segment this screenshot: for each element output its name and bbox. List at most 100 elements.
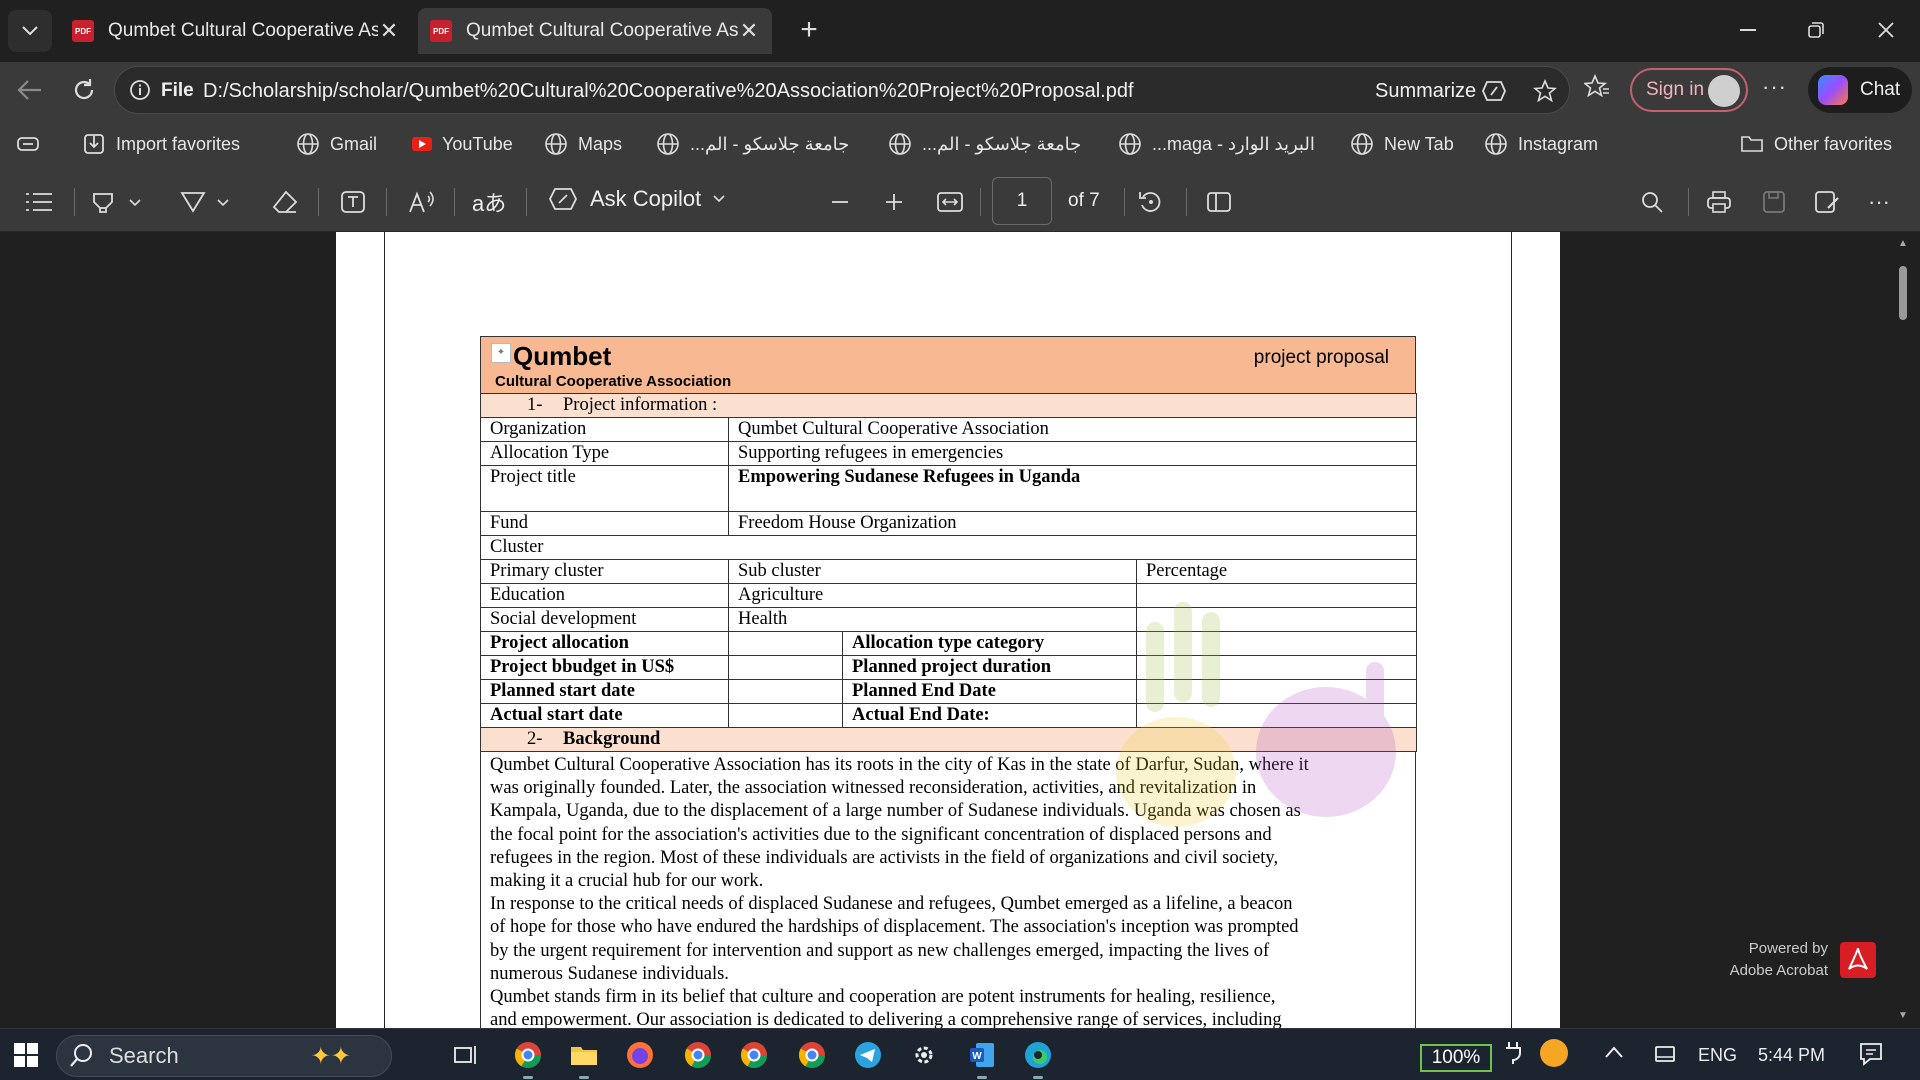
- battery-indicator[interactable]: 100%: [1420, 1044, 1492, 1072]
- firefox-icon[interactable]: [622, 1037, 658, 1073]
- site-info-icon[interactable]: [129, 79, 151, 101]
- chrome-profile-icon[interactable]: [794, 1037, 830, 1073]
- chrome-icon[interactable]: [510, 1037, 546, 1079]
- field-label: Project allocation: [480, 631, 729, 656]
- tab-inactive[interactable]: PDF Qumbet Cultural Cooperative Associat…: [60, 8, 412, 54]
- tab-actions-menu-button[interactable]: [8, 10, 52, 52]
- back-button[interactable]: [10, 70, 50, 110]
- text-line: and empowerment. Our association is dedi…: [490, 1010, 1282, 1028]
- back-arrow-icon: [17, 80, 41, 100]
- bookmark-label: جامعة جلاسكو - الم...: [922, 133, 1082, 154]
- page-view-button[interactable]: [1206, 186, 1232, 218]
- bookmark-import-favorites[interactable]: Import favorites: [82, 130, 240, 158]
- notifications-icon[interactable]: [1858, 1041, 1884, 1067]
- save-as-button[interactable]: [1814, 186, 1840, 218]
- zoom-out-button[interactable]: [830, 186, 850, 218]
- url-text[interactable]: D:/Scholarship/scholar/Qumbet%20Cultural…: [203, 80, 1134, 103]
- globe-icon: [889, 133, 911, 155]
- chrome-profile-icon[interactable]: [680, 1037, 716, 1073]
- refresh-button[interactable]: [64, 70, 104, 110]
- text-line: numerous Sudanese individuals.: [490, 963, 729, 984]
- scroll-up-arrow-icon[interactable]: ▲: [1898, 238, 1908, 249]
- field-label: Fund: [480, 511, 729, 536]
- display-icon[interactable]: [1654, 1045, 1676, 1065]
- highlight-button[interactable]: [92, 186, 142, 218]
- taskbar-search-box[interactable]: Search ✦✦: [56, 1035, 392, 1077]
- minimize-button[interactable]: [1718, 10, 1778, 50]
- read-aloud-button[interactable]: [408, 186, 436, 218]
- minimize-icon: [1740, 29, 1756, 31]
- task-view-icon[interactable]: [448, 1037, 484, 1073]
- close-window-button[interactable]: [1856, 10, 1916, 50]
- tab-search-icon[interactable]: [16, 130, 40, 158]
- edge-icon[interactable]: [1020, 1037, 1056, 1079]
- more-options-button[interactable]: ···: [1868, 186, 1890, 218]
- windows-start-icon[interactable]: [14, 1043, 38, 1067]
- bookmark-maps[interactable]: Maps: [544, 130, 622, 158]
- section-number: 2-: [527, 729, 543, 749]
- power-plug-icon[interactable]: [1504, 1041, 1522, 1065]
- favorites-icon[interactable]: [1584, 74, 1610, 98]
- bookmark-instagram[interactable]: Instagram: [1484, 130, 1598, 158]
- chevron-down-icon: [22, 26, 38, 36]
- show-hidden-icons-chevron-up-icon[interactable]: [1604, 1045, 1624, 1059]
- tab-active[interactable]: PDF Qumbet Cultural Cooperative Associat…: [418, 8, 772, 54]
- eraser-icon: [272, 190, 298, 213]
- draw-button[interactable]: [180, 186, 230, 218]
- weather-sun-icon[interactable]: [1538, 1037, 1570, 1069]
- telegram-icon[interactable]: [850, 1037, 886, 1073]
- clock-time[interactable]: 5:44 PM: [1758, 1045, 1825, 1066]
- rotate-button[interactable]: [1138, 186, 1164, 218]
- youtube-icon: [412, 137, 432, 151]
- new-tab-button[interactable]: +: [790, 12, 828, 50]
- zoom-in-button[interactable]: [884, 186, 904, 218]
- project-title-value: Empowering Sudanese Refugees in Uganda: [727, 465, 1418, 512]
- page-number-input[interactable]: 1: [992, 177, 1052, 225]
- copilot-summarize-icon[interactable]: [1481, 79, 1507, 103]
- close-tab-icon[interactable]: ✕: [738, 18, 760, 44]
- contents-button[interactable]: [26, 186, 52, 218]
- summarize-label[interactable]: Summarize: [1375, 80, 1476, 103]
- bookmark-glasgow-1[interactable]: جامعة جلاسكو - الم...: [656, 130, 849, 158]
- add-text-button[interactable]: [340, 186, 366, 218]
- bookmark-gmail[interactable]: Gmail: [296, 130, 377, 158]
- vertical-scrollbar[interactable]: ▲ ▼: [1896, 238, 1910, 1028]
- address-bar[interactable]: File D:/Scholarship/scholar/Qumbet%20Cul…: [114, 66, 1570, 114]
- separator: [454, 188, 455, 216]
- column-header: Percentage: [1135, 559, 1418, 584]
- add-favorite-star-icon[interactable]: [1533, 79, 1557, 103]
- file-explorer-icon[interactable]: [566, 1037, 602, 1079]
- pdf-viewer[interactable]: ✦ Qumbet Cultural Cooperative Associatio…: [0, 232, 1920, 1028]
- field-label: Planned End Date: [842, 679, 1137, 704]
- other-favorites-folder[interactable]: Other favorites: [1740, 130, 1892, 158]
- find-button[interactable]: [1640, 186, 1664, 218]
- ask-copilot-button[interactable]: Ask Copilot: [548, 186, 725, 212]
- settings-gear-icon[interactable]: [906, 1037, 942, 1073]
- translate-icon: aあ: [472, 191, 507, 216]
- translate-button[interactable]: aあ: [472, 186, 506, 218]
- separator: [1186, 188, 1187, 216]
- close-tab-icon[interactable]: ✕: [378, 18, 400, 44]
- section-number: 1-: [527, 395, 543, 415]
- scrollbar-thumb[interactable]: [1899, 266, 1907, 320]
- fit-page-button[interactable]: [936, 186, 964, 218]
- print-button[interactable]: [1706, 186, 1732, 218]
- list-icon: [26, 193, 52, 211]
- bookmark-youtube[interactable]: YouTube: [412, 130, 513, 158]
- chrome-profile-icon[interactable]: [736, 1037, 772, 1073]
- sign-in-button[interactable]: Sign in: [1630, 68, 1748, 112]
- bookmark-new-tab[interactable]: New Tab: [1350, 130, 1454, 158]
- erase-button[interactable]: [272, 186, 298, 218]
- restore-button[interactable]: [1786, 10, 1846, 50]
- separator: [74, 188, 75, 216]
- field-value: [728, 655, 843, 680]
- word-icon[interactable]: W: [964, 1037, 1000, 1079]
- language-indicator[interactable]: ENG: [1698, 1045, 1737, 1066]
- scroll-down-arrow-icon[interactable]: ▼: [1898, 1010, 1908, 1021]
- copilot-chat-button[interactable]: Chat: [1808, 67, 1912, 113]
- search-icon: [1642, 192, 1663, 213]
- bookmark-inbox[interactable]: البريد الوارد - maga...: [1118, 130, 1315, 158]
- save-button[interactable]: [1762, 186, 1786, 218]
- settings-more-button[interactable]: ···: [1762, 74, 1787, 100]
- bookmark-glasgow-2[interactable]: جامعة جلاسكو - الم...: [888, 130, 1081, 158]
